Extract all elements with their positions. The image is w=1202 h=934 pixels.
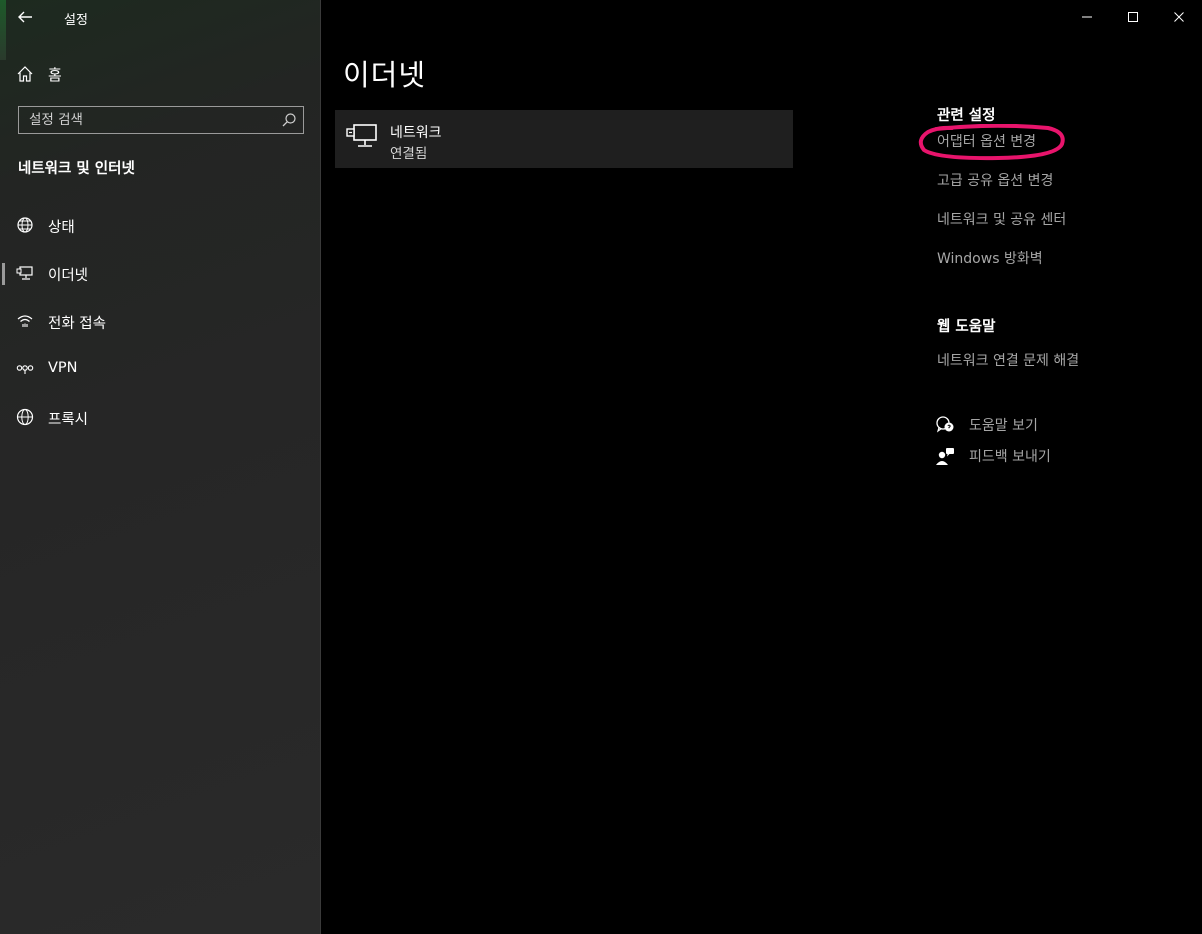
- home-label: 홈: [48, 65, 62, 84]
- home-icon: [17, 66, 33, 82]
- send-feedback-link[interactable]: 피드백 보내기: [935, 445, 1051, 467]
- ethernet-icon: [16, 266, 33, 280]
- search-input[interactable]: [19, 107, 271, 133]
- sidebar-item-label: 전화 접속: [48, 316, 106, 332]
- ethernet-monitor-icon: [346, 124, 377, 147]
- selected-indicator: [2, 263, 5, 285]
- titlebar-left: 설정: [0, 0, 320, 34]
- dialup-icon: [17, 315, 33, 327]
- sidebar-item-ethernet[interactable]: 이더넷: [0, 253, 320, 293]
- sidebar-item-vpn[interactable]: VPN: [0, 349, 320, 389]
- sidebar-item-label: 이더넷: [48, 268, 89, 284]
- search-box[interactable]: [18, 106, 304, 134]
- maximize-button[interactable]: [1110, 0, 1156, 34]
- windows-firewall-link[interactable]: Windows 방화벽: [937, 248, 1043, 268]
- web-help-heading: 웹 도움말: [937, 319, 996, 335]
- advanced-sharing-link[interactable]: 고급 공유 옵션 변경: [937, 170, 1053, 190]
- section-title: 네트워크 및 인터넷: [18, 161, 135, 177]
- sidebar-item-status[interactable]: 상태: [0, 205, 320, 245]
- minimize-button[interactable]: [1064, 0, 1110, 34]
- highlight-annotation: [918, 124, 1065, 161]
- minimize-icon: [1082, 16, 1092, 18]
- back-button[interactable]: [14, 6, 36, 28]
- get-help-link[interactable]: 도움말 보기: [935, 414, 1038, 436]
- help-chat-icon: [936, 416, 954, 433]
- close-button[interactable]: [1156, 0, 1202, 34]
- window-controls: [1064, 0, 1202, 34]
- network-name: 네트워크: [390, 125, 442, 141]
- network-status: 연결됨: [390, 146, 428, 162]
- sidebar: 설정 홈 네트워크 및 인터넷 상태 이더넷: [0, 0, 321, 934]
- maximize-icon: [1128, 12, 1138, 22]
- status-globe-icon: [17, 217, 33, 233]
- page-title: 이더넷: [343, 58, 427, 92]
- feedback-person-icon: [936, 448, 954, 465]
- close-icon: [1174, 12, 1184, 22]
- sidebar-item-dialup[interactable]: 전화 접속: [0, 301, 320, 341]
- sidebar-item-label: 프록시: [48, 412, 89, 428]
- troubleshoot-link[interactable]: 네트워크 연결 문제 해결: [937, 350, 1079, 370]
- search-icon[interactable]: [281, 112, 297, 128]
- proxy-globe-icon: [16, 408, 34, 426]
- network-sharing-center-link[interactable]: 네트워크 및 공유 센터: [937, 209, 1066, 229]
- vpn-icon: [16, 365, 34, 374]
- related-settings-heading: 관련 설정: [937, 108, 996, 124]
- get-help-label: 도움말 보기: [969, 418, 1038, 434]
- home-nav-item[interactable]: 홈: [16, 62, 62, 86]
- back-arrow-icon: [18, 11, 32, 23]
- send-feedback-label: 피드백 보내기: [969, 449, 1051, 465]
- sidebar-item-label: 상태: [48, 220, 75, 236]
- network-card[interactable]: 네트워크 연결됨: [335, 110, 793, 168]
- app-title: 설정: [64, 13, 88, 28]
- sidebar-item-proxy[interactable]: 프록시: [0, 397, 320, 437]
- sidebar-item-label: VPN: [48, 360, 78, 376]
